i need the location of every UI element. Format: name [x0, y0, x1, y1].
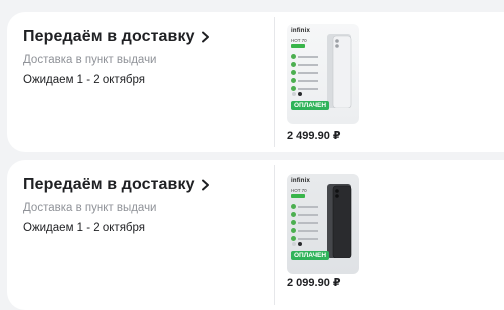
paid-badge: ОПЛАЧЕН [291, 101, 330, 110]
spec-row [291, 228, 321, 234]
order-status-title: Передаём в доставку [23, 28, 195, 45]
spec-row [291, 204, 321, 210]
color-swatches [292, 92, 302, 96]
order-status-title: Передаём в доставку [23, 176, 195, 193]
order-card[interactable]: Передаём в доставку Доставка в пункт выд… [7, 160, 504, 310]
paid-badge: ОПЛАЧЕН [291, 251, 330, 260]
order-info: Передаём в доставку Доставка в пункт выд… [23, 28, 263, 86]
spec-row [291, 78, 321, 84]
color-swatches [292, 242, 302, 246]
phone-image [327, 184, 352, 258]
spec-row [291, 70, 321, 76]
product-thumbnail[interactable]: infinix HOT 70 ОПЛАЧЕН [287, 24, 359, 124]
divider [274, 165, 275, 305]
product-model: HOT 70 [291, 188, 307, 193]
order-price: 2 499.90 ₽ [287, 130, 341, 142]
product-brand: infinix [291, 28, 311, 34]
chevron-right-icon [201, 31, 209, 43]
spec-row [291, 54, 321, 60]
product-thumbnail[interactable]: infinix HOT 70 ОПЛАЧЕН [287, 174, 359, 274]
expected-date: Ожидаем 1 - 2 октября [23, 222, 146, 234]
divider [274, 17, 275, 147]
order-price: 2 099.90 ₽ [287, 277, 341, 289]
product-chip [291, 194, 305, 198]
chevron-right-icon [201, 179, 209, 191]
spec-row [291, 212, 321, 218]
product-chip [291, 44, 305, 48]
spec-row [291, 220, 321, 226]
delivery-type: Доставка в пункт выдачи [23, 54, 157, 66]
expected-date: Ожидаем 1 - 2 октября [23, 74, 146, 86]
order-card[interactable]: Передаём в доставку Доставка в пункт выд… [7, 12, 504, 152]
order-info: Передаём в доставку Доставка в пункт выд… [23, 176, 263, 234]
order-status-link[interactable]: Передаём в доставку [23, 28, 263, 46]
delivery-type: Доставка в пункт выдачи [23, 202, 157, 214]
phone-image [327, 34, 352, 108]
product-brand: infinix [291, 178, 311, 184]
order-status-link[interactable]: Передаём в доставку [23, 176, 263, 194]
product-model: HOT 70 [291, 38, 307, 43]
spec-row [291, 62, 321, 68]
